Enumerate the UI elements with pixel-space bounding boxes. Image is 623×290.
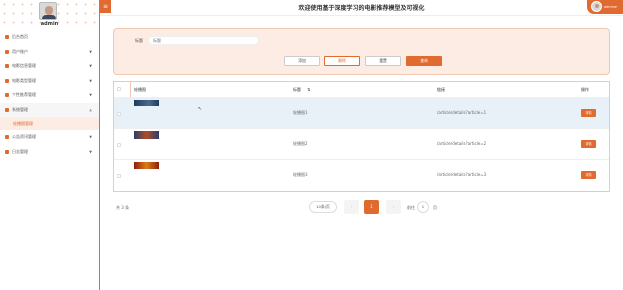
sidebar-item-movie-info[interactable]: 电影信息管理 ▼ (0, 59, 99, 74)
row-link: /article/details?article=2 (437, 141, 487, 146)
goto-label: 前往 (407, 205, 415, 210)
total-count: 共 3 条 (116, 205, 130, 210)
sidebar-item-home[interactable]: 后台首页 (0, 30, 99, 45)
sidebar-username: admin (40, 21, 59, 27)
column-header: 操作 (581, 87, 589, 92)
carousel-table: 轮播图 标题 ⇅ 链接 操作 ↖ 轮播图1 /article/details?ar… (113, 81, 610, 192)
log-icon (5, 149, 9, 154)
reset-button[interactable]: 重置 (365, 56, 401, 66)
carousel-thumbnail (134, 162, 159, 169)
chevron-down-icon: ▼ (89, 78, 92, 83)
tag-icon (5, 78, 9, 83)
mouse-cursor-icon: ↖ (198, 106, 203, 112)
settings-icon (5, 107, 9, 112)
chevron-down-icon: ▼ (89, 49, 92, 54)
column-header: 轮播图 (134, 87, 146, 92)
sidebar-item-label: 个性推荐管理 (12, 92, 36, 97)
sidebar-item-label: 电影类型管理 (12, 77, 36, 83)
sidebar-item-recommend[interactable]: 个性推荐管理 ▼ (0, 88, 99, 103)
goto-page-input[interactable]: 1 (417, 201, 429, 213)
search-panel: 标题 添加 删除 重置 查询 (113, 28, 610, 75)
sidebar-item-label: 后台首页 (12, 34, 28, 39)
sidebar-item-movie-type[interactable]: 电影类型管理 ▼ (0, 74, 99, 89)
row-checkbox[interactable] (117, 112, 121, 116)
sidebar-item-notice[interactable]: 公告资讯管理 ▼ (0, 130, 99, 145)
select-all-checkbox[interactable] (117, 87, 121, 91)
page-title: 欢迎使用基于深度学习的电影推荐模型及可视化 (298, 5, 425, 12)
film-icon (5, 64, 9, 68)
column-header: 链接 (437, 87, 445, 92)
row-title: 轮播图1 (293, 110, 308, 115)
chevron-down-icon: ▼ (89, 93, 92, 97)
row-checkbox[interactable] (117, 143, 121, 147)
query-button[interactable]: 查询 (406, 56, 442, 66)
search-label: 标题 (135, 38, 143, 43)
row-title: 轮播图3 (293, 172, 308, 177)
delete-button[interactable]: 删除 (324, 56, 360, 66)
next-page-button[interactable]: › (386, 200, 401, 214)
row-title: 轮播图2 (293, 141, 308, 146)
sidebar-menu: 后台首页 用户账户 ▼ 电影信息管理 ▼ 电影类型管理 ▼ 个性推荐管理 ▼ 系… (0, 30, 99, 159)
star-icon (5, 93, 9, 97)
table-header: 轮播图 标题 ⇅ 链接 操作 (114, 82, 609, 98)
table-row[interactable]: 轮播图3 /article/details?article=3 详情 (114, 160, 609, 191)
home-icon (5, 35, 9, 39)
detail-button[interactable]: 详情 (581, 140, 596, 148)
sort-icon[interactable]: ⇅ (307, 87, 310, 92)
row-link: /article/details?article=1 (437, 110, 487, 115)
avatar[interactable] (39, 2, 57, 20)
sidebar-item-label: 用户账户 (12, 48, 28, 54)
app-root: admin 后台首页 用户账户 ▼ 电影信息管理 ▼ 电影类型管理 ▼ 个性推荐… (0, 0, 623, 290)
column-header[interactable]: 标题 (293, 87, 301, 93)
chevron-down-icon: ▼ (89, 135, 92, 139)
goto-suffix: 页 (433, 205, 437, 210)
carousel-thumbnail (134, 131, 159, 139)
page-size-select[interactable]: 10条/页 (309, 201, 337, 213)
sidebar-item-label: 公告资讯管理 (12, 134, 36, 139)
table-row[interactable]: 轮播图2 /article/details?article=2 详情 (114, 129, 609, 160)
add-button[interactable]: 添加 (284, 56, 320, 66)
table-row[interactable]: ↖ 轮播图1 /article/details?article=1 详情 (114, 98, 609, 129)
prev-page-button[interactable]: ‹ (344, 200, 359, 214)
top-header: ≡ 欢迎使用基于深度学习的电影推荐模型及可视化 admin▾ (100, 0, 623, 16)
chevron-down-icon: ▼ (89, 64, 92, 68)
sidebar-item-label: 日志管理 (12, 148, 28, 154)
row-checkbox[interactable] (117, 174, 121, 178)
user-menu-label: admin (604, 5, 615, 9)
caret-down-icon: ▾ (614, 5, 617, 9)
user-menu-button[interactable]: admin▾ (587, 0, 623, 14)
detail-button[interactable]: 详情 (581, 171, 596, 179)
carousel-thumbnail (134, 100, 159, 106)
sidebar-item-label: 电影信息管理 (12, 63, 36, 68)
user-icon (5, 49, 9, 54)
detail-button[interactable]: 详情 (581, 109, 596, 117)
chevron-down-icon: ▼ (89, 149, 92, 154)
sidebar: admin 后台首页 用户账户 ▼ 电影信息管理 ▼ 电影类型管理 ▼ 个性推荐… (0, 0, 100, 290)
row-link: /article/details?article=3 (437, 172, 487, 177)
sidebar-item-log[interactable]: 日志管理 ▼ (0, 145, 99, 160)
chevron-up-icon: ▲ (89, 107, 92, 112)
notice-icon (5, 135, 9, 139)
sidebar-item-user-account[interactable]: 用户账户 ▼ (0, 45, 99, 60)
sidebar-item-system[interactable]: 系统管理 ▲ (0, 102, 99, 117)
sidebar-subitem-carousel[interactable]: 轮播图管理 (0, 117, 99, 130)
sidebar-item-label: 系统管理 (12, 106, 28, 112)
current-page-button[interactable]: 1 (364, 200, 379, 214)
sidebar-profile: admin (0, 0, 99, 30)
title-search-input[interactable] (148, 36, 259, 45)
user-avatar-icon (591, 1, 602, 12)
